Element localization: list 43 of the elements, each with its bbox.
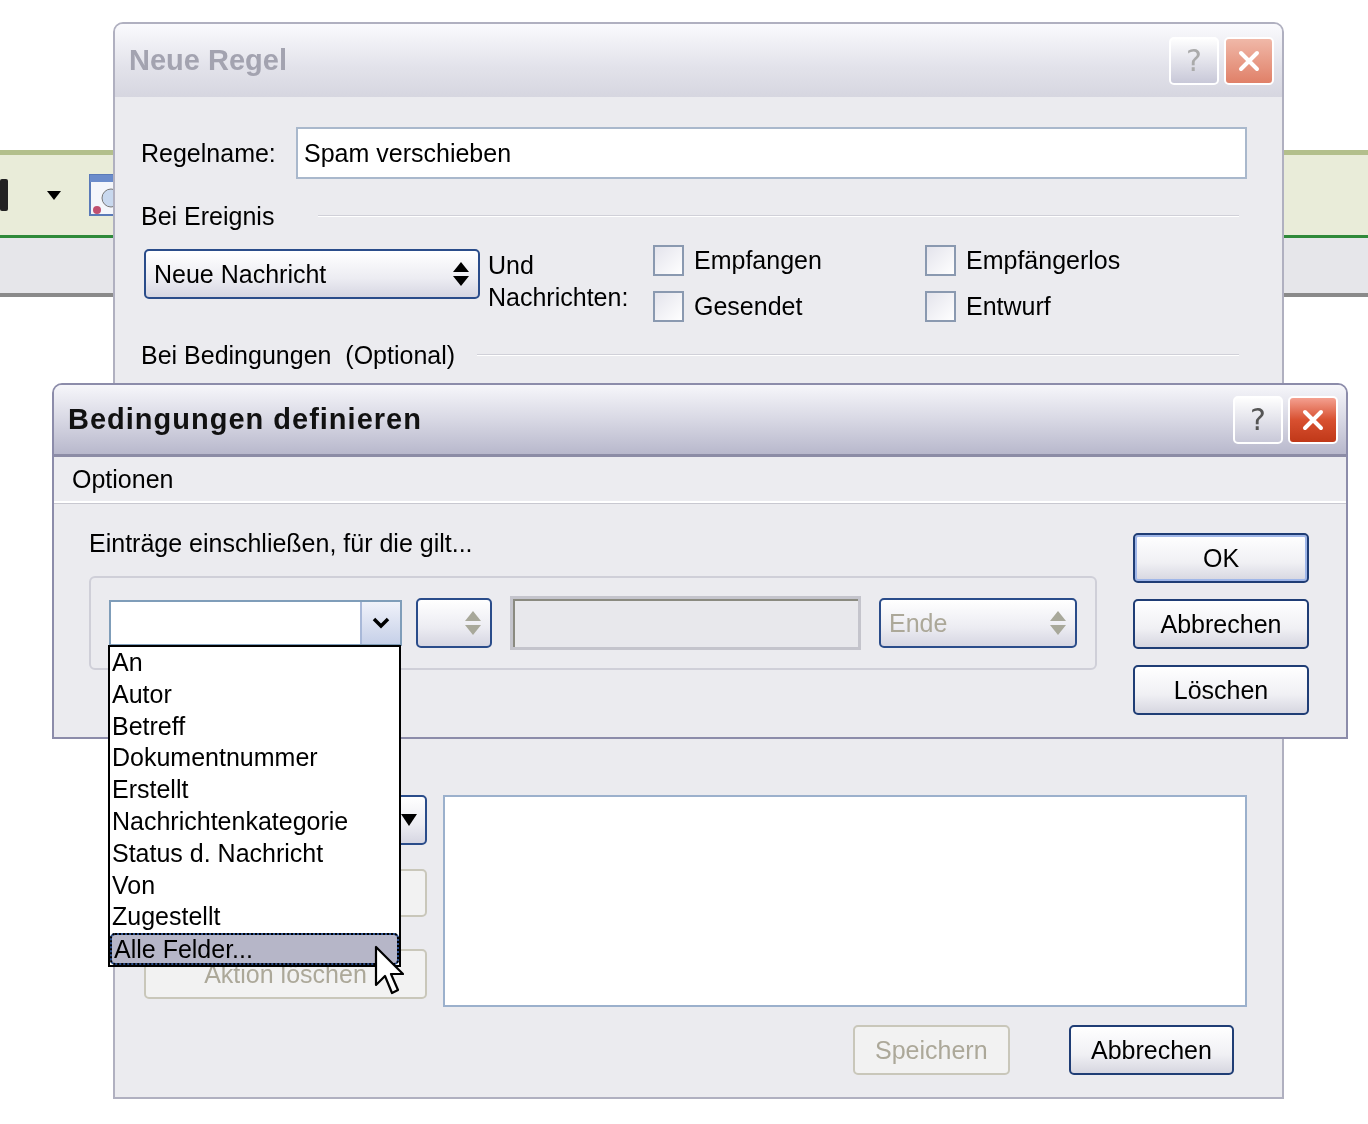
checkbox-label: Empfängerlos — [966, 245, 1121, 275]
list-option[interactable]: Autor — [110, 678, 399, 711]
button[interactable]: Löschen — [1133, 665, 1309, 715]
spinner-select[interactable] — [416, 598, 492, 648]
combo-field[interactable] — [109, 600, 402, 646]
list-option[interactable]: An — [110, 647, 399, 679]
checkbox-label: Gesendet — [694, 291, 803, 321]
help-button[interactable]: ? — [1233, 395, 1283, 444]
select-field[interactable]: Neue Nachricht — [144, 249, 480, 299]
list-option[interactable]: Status d. Nachricht — [110, 837, 399, 870]
chevron-down-icon — [372, 617, 390, 629]
button[interactable]: Abbrechen — [1133, 599, 1309, 649]
input-field[interactable]: Spam verschieben — [296, 127, 1247, 179]
up-down-arrows-icon — [1049, 610, 1067, 636]
checkbox-label: Entwurf — [966, 291, 1051, 321]
dropdown-arrow-icon[interactable] — [47, 190, 61, 200]
close-button[interactable] — [1288, 395, 1338, 444]
checkbox[interactable] — [653, 290, 684, 322]
list-option[interactable]: Erstellt — [110, 774, 399, 806]
checkbox[interactable] — [653, 244, 684, 276]
section-heading: Bei Ereignis — [141, 201, 275, 231]
checkbox[interactable] — [925, 290, 956, 322]
list-option[interactable]: Alle Felder... — [110, 933, 399, 965]
menu-item[interactable]: Optionen — [72, 464, 174, 494]
instruction-text: Einträge einschließen, für die gilt... — [89, 529, 474, 558]
button[interactable]: OK — [1133, 533, 1309, 583]
window-title: Bedingungen definieren — [68, 403, 423, 436]
list-option[interactable]: Zugestellt — [110, 901, 399, 934]
field-label: Und Nachrichten: — [488, 250, 630, 313]
button[interactable]: Abbrechen — [1069, 1025, 1234, 1075]
list-option[interactable]: Dokumentnummer — [110, 742, 399, 775]
checkbox[interactable] — [925, 244, 956, 276]
window-title: Neue Regel — [129, 44, 288, 77]
section-heading: Bei Bedingungen (Optional) — [141, 340, 456, 370]
list-option[interactable]: Betreff — [110, 710, 399, 743]
toolbar-icon — [0, 177, 8, 213]
up-down-arrows-icon — [464, 610, 482, 636]
list-option[interactable]: Nachrichtenkategorie — [110, 806, 399, 838]
checkbox-label: Empfangen — [694, 245, 822, 275]
list-option[interactable]: Von — [110, 869, 399, 902]
field-label: Regelname: — [141, 138, 277, 168]
text-area[interactable] — [443, 795, 1247, 1007]
up-down-arrows-icon — [452, 261, 470, 287]
